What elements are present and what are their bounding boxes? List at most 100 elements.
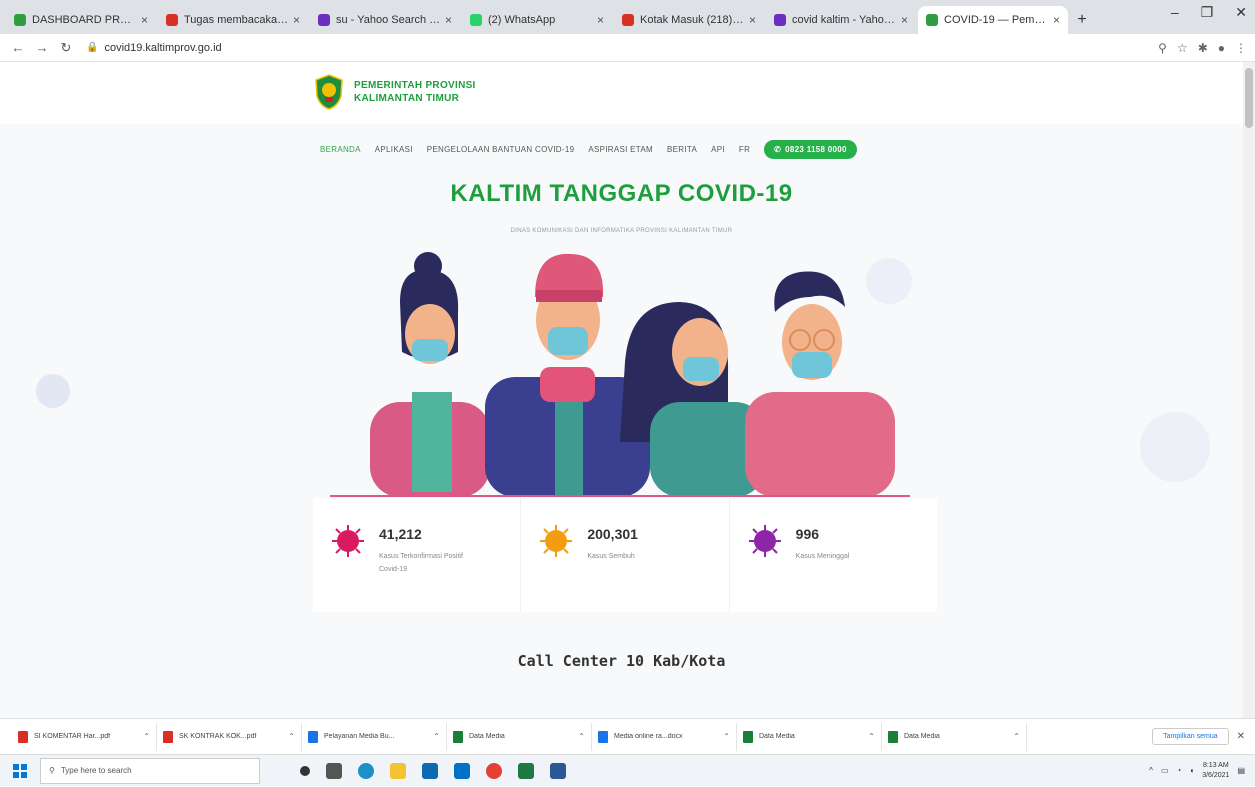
chevron-down-icon[interactable]: ⌃ xyxy=(1013,732,1020,741)
browser-toolbar: ← → ↻ 🔒 covid19.kaltimprov.go.id ⚲ ☆ ✱ ●… xyxy=(0,34,1255,62)
close-tab-icon[interactable]: × xyxy=(1053,13,1060,27)
file-icon xyxy=(888,730,898,743)
tab-title: COVID-19 — Pemerintah Provin... xyxy=(944,14,1049,26)
tab-title: DASHBOARD PROG KALTIM xyxy=(32,14,137,26)
menu-item-aspirasi[interactable]: ASPIRASI ETAM xyxy=(588,145,653,154)
close-window-icon[interactable]: ✕ xyxy=(1235,4,1247,21)
page-scrollbar[interactable] xyxy=(1243,62,1255,718)
call-center-heading: Call Center 10 Kab/Kota xyxy=(517,652,726,670)
word-icon[interactable] xyxy=(550,762,566,779)
chevron-up-icon[interactable]: ^ xyxy=(1149,766,1153,775)
download-item[interactable]: Data Media ⌃ xyxy=(882,722,1027,751)
chrome-icon[interactable] xyxy=(486,762,502,779)
logo-line-2: KALIMANTAN TIMUR xyxy=(354,93,460,104)
file-icon xyxy=(163,730,173,743)
windows-taskbar: ⚲ Type here to search ^ ▭ ◔ ◖ 8:13 AM 3/… xyxy=(0,754,1255,786)
taskbar-search-box[interactable]: ⚲ Type here to search xyxy=(40,757,260,784)
minimize-icon[interactable]: – xyxy=(1171,4,1179,21)
browser-tab[interactable]: Tugas membacakan BERITA... × xyxy=(158,6,308,34)
mail-icon[interactable] xyxy=(454,762,470,779)
edge-icon[interactable] xyxy=(358,762,374,779)
store-icon[interactable] xyxy=(422,762,438,779)
menu-item-api[interactable]: API xyxy=(711,145,725,154)
zoom-icon[interactable]: ⚲ xyxy=(1158,41,1167,55)
masked-people-illustration xyxy=(330,252,910,497)
download-item[interactable]: SK KONTRAK KOK...pdf ⌃ xyxy=(157,722,302,751)
browser-tab[interactable]: (2) WhatsApp × xyxy=(462,6,612,34)
tab-favicon-icon xyxy=(926,14,938,26)
menu-item-berita[interactable]: BERITA xyxy=(667,145,697,154)
file-explorer-icon[interactable] xyxy=(390,762,406,779)
stat-text: 996 Kasus Meninggal xyxy=(796,524,886,612)
back-icon[interactable]: ← xyxy=(8,40,28,55)
chevron-down-icon[interactable]: ⌃ xyxy=(143,732,150,741)
emblem-icon xyxy=(315,74,343,110)
download-item[interactable]: Pelayanan Media Bu... ⌃ xyxy=(302,722,447,751)
download-item[interactable]: Data Media ⌃ xyxy=(737,722,882,751)
maximize-icon[interactable]: ❐ xyxy=(1201,4,1214,21)
tab-favicon-icon xyxy=(622,14,634,26)
download-item[interactable]: Media online ra...docx ⌃ xyxy=(592,722,737,751)
browser-tab[interactable]: covid kaltim - Yahoo Search Res... × xyxy=(766,6,916,34)
chevron-down-icon[interactable]: ⌃ xyxy=(723,732,730,741)
site-header xyxy=(0,62,1243,124)
chevron-down-icon[interactable]: ⌃ xyxy=(868,732,875,741)
close-downloads-icon[interactable]: ✕ xyxy=(1237,731,1245,742)
page-subtitle: DINAS KOMUNIKASI DAN INFORMATIKA PROVINS… xyxy=(510,228,733,234)
menu-item-pengelolaan[interactable]: PENGELOLAAN BANTUAN COVID-19 xyxy=(427,145,575,154)
virus-icon xyxy=(332,525,364,557)
browser-tab[interactable]: su - Yahoo Search Results × xyxy=(310,6,460,34)
logo-text: PEMERINTAH PROVINSI KALIMANTAN TIMUR xyxy=(354,79,476,105)
stat-value: 996 xyxy=(795,526,820,542)
chevron-down-icon[interactable]: ⌃ xyxy=(433,732,440,741)
search-placeholder: Type here to search xyxy=(60,766,132,775)
site-logo[interactable]: PEMERINTAH PROVINSI KALIMANTAN TIMUR xyxy=(314,74,476,110)
phone-icon: ✆ xyxy=(774,145,782,154)
stat-text: 200,301 Kasus Sembuh xyxy=(587,524,677,612)
address-bar[interactable]: 🔒 covid19.kaltimprov.go.id xyxy=(86,42,222,54)
search-icon: ⚲ xyxy=(49,766,55,775)
wifi-icon[interactable]: ◔ xyxy=(1177,766,1182,775)
close-tab-icon[interactable]: × xyxy=(901,13,908,27)
download-filename: SK KONTRAK KOK...pdf xyxy=(179,733,257,740)
menu-item-aplikasi[interactable]: APLIKASI xyxy=(375,145,413,154)
chevron-down-icon[interactable]: ⌃ xyxy=(288,732,295,741)
close-tab-icon[interactable]: × xyxy=(141,13,148,27)
reload-icon[interactable]: ↻ xyxy=(56,40,76,56)
stat-label: Kasus Meninggal xyxy=(795,553,850,560)
cortana-icon[interactable] xyxy=(300,765,310,776)
profile-icon[interactable]: ● xyxy=(1218,41,1225,55)
excel-icon[interactable] xyxy=(518,762,534,779)
download-item[interactable]: Data Media ⌃ xyxy=(447,722,592,751)
volume-icon[interactable]: ◖ xyxy=(1189,766,1194,775)
clock[interactable]: 8:13 AM 3/6/2021 xyxy=(1202,761,1229,781)
start-button[interactable] xyxy=(0,755,40,787)
network-icon[interactable]: ▭ xyxy=(1161,766,1169,775)
menu-item-beranda[interactable]: BERANDA xyxy=(320,145,361,154)
task-view-icon[interactable] xyxy=(326,762,342,779)
browser-tab[interactable]: DASHBOARD PROG KALTIM × xyxy=(6,6,156,34)
download-item[interactable]: SI KOMENTAR Har...pdf ⌃ xyxy=(12,722,157,751)
scrollbar-thumb[interactable] xyxy=(1245,68,1253,128)
tab-list: DASHBOARD PROG KALTIM×Tugas membacakan B… xyxy=(6,6,1070,34)
tab-title: covid kaltim - Yahoo Search Res... xyxy=(792,14,897,26)
stat-confirmed: 41,212 Kasus Terkonfirmasi Positif Covid… xyxy=(313,498,522,612)
browser-tab-bar: DASHBOARD PROG KALTIM×Tugas membacakan B… xyxy=(0,0,1255,34)
close-tab-icon[interactable]: × xyxy=(749,13,756,27)
browser-tab[interactable]: Kotak Masuk (218) - pelayanan... × xyxy=(614,6,764,34)
new-tab-button[interactable]: + xyxy=(1070,6,1094,34)
notification-icon[interactable]: ▤ xyxy=(1237,766,1245,775)
download-filename: Data Media xyxy=(469,733,505,740)
chevron-down-icon[interactable]: ⌃ xyxy=(578,732,585,741)
menu-icon[interactable]: ⋮ xyxy=(1235,41,1247,55)
forward-icon[interactable]: → xyxy=(32,40,52,55)
close-tab-icon[interactable]: × xyxy=(597,13,604,27)
show-all-downloads-button[interactable]: Tampilkan semua xyxy=(1152,728,1229,745)
menu-item-fr[interactable]: FR xyxy=(739,145,750,154)
close-tab-icon[interactable]: × xyxy=(445,13,452,27)
phone-button[interactable]: ✆ 0823 1158 0000 xyxy=(764,140,857,159)
browser-tab[interactable]: COVID-19 — Pemerintah Provin... × xyxy=(918,6,1068,34)
bookmark-star-icon[interactable]: ☆ xyxy=(1177,41,1188,55)
extensions-icon[interactable]: ✱ xyxy=(1198,41,1208,55)
close-tab-icon[interactable]: × xyxy=(293,13,300,27)
